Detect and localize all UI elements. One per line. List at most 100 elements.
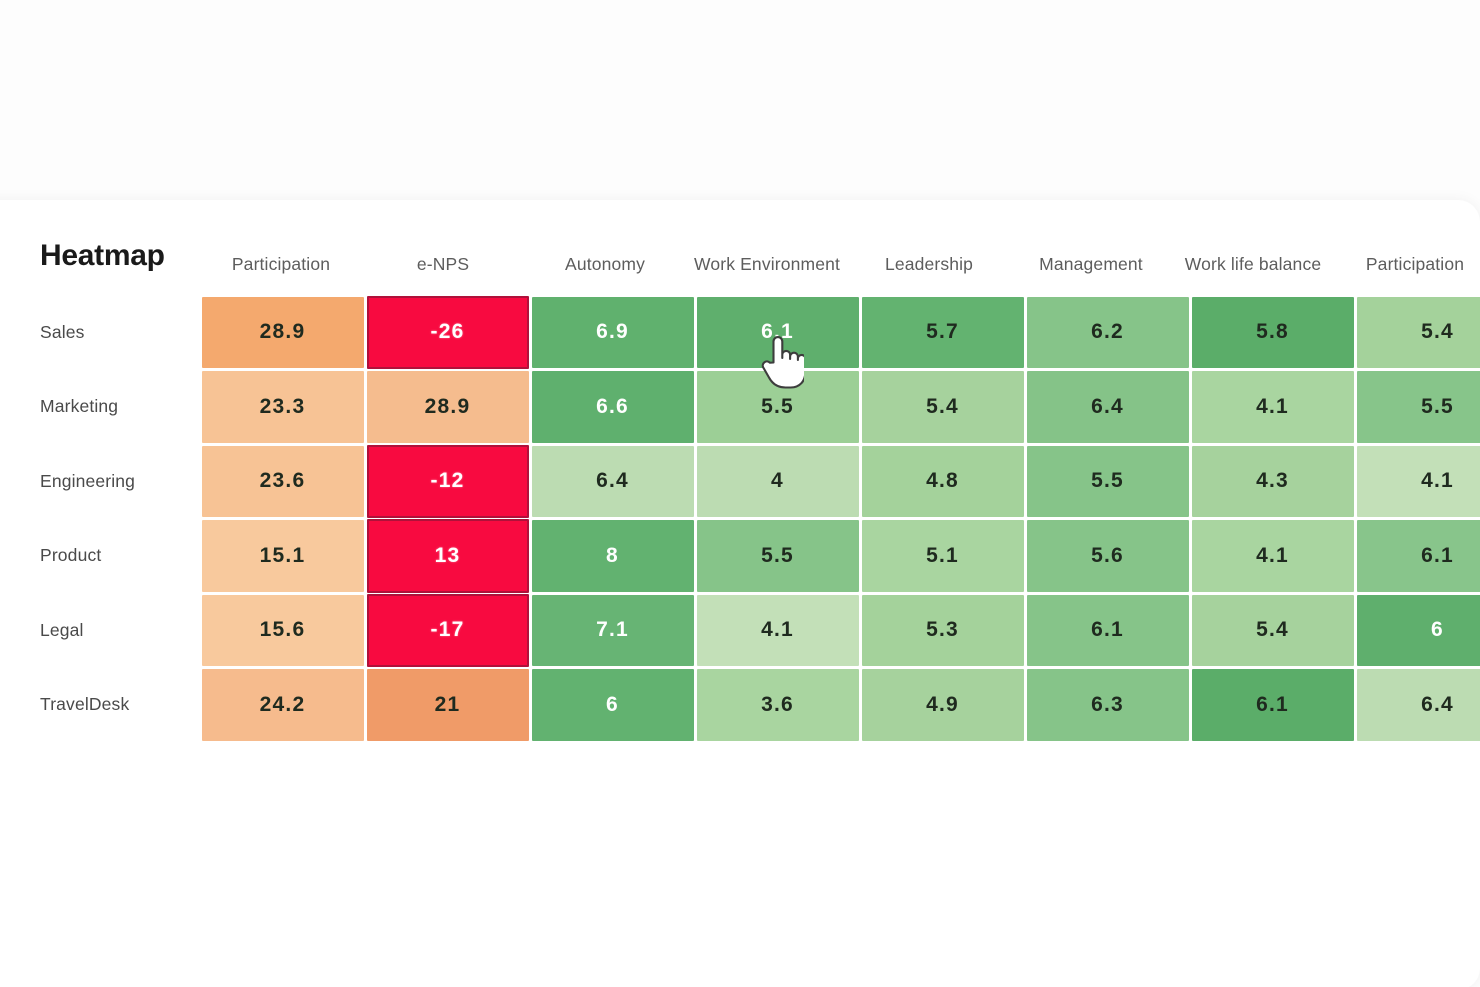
heatmap-cell[interactable]: 5.6 bbox=[1026, 520, 1189, 592]
column-header-label: Participation bbox=[231, 253, 331, 274]
column-header-label: Participation bbox=[1365, 253, 1465, 274]
heatmap-cell[interactable]: 6.3 bbox=[1026, 669, 1189, 741]
heatmap-cell[interactable]: 6.1 bbox=[1356, 520, 1480, 592]
heatmap-cell[interactable]: -17 bbox=[366, 593, 529, 667]
heatmap-cell[interactable]: 5.7 bbox=[861, 296, 1024, 368]
screen: Heatmap Participation e-NPS Autonomy Work E… bbox=[0, 0, 1480, 987]
row-header[interactable]: Legal bbox=[0, 593, 200, 668]
heatmap-row: Engineering 23.6 -12 6.4 4 4.8 5.5 4.3 4.1 bbox=[0, 444, 1480, 519]
column-header-label: Management bbox=[1039, 253, 1143, 274]
heatmap-cell[interactable]: 5.5 bbox=[1026, 445, 1189, 517]
heatmap-row: Legal 15.6 -17 7.1 4.1 5.3 6.1 5.4 6 bbox=[0, 593, 1480, 668]
column-header[interactable]: Participation bbox=[200, 253, 362, 295]
heatmap-cell[interactable]: 13 bbox=[366, 519, 529, 593]
row-header[interactable]: Marketing bbox=[0, 370, 200, 445]
heatmap-cell[interactable]: 8 bbox=[531, 520, 694, 592]
heatmap-cell[interactable]: 15.6 bbox=[201, 594, 364, 666]
row-header-label: TravelDesk bbox=[40, 694, 130, 715]
row-header-label: Engineering bbox=[40, 470, 136, 491]
heatmap-row: Product 15.1 13 8 5.5 5.1 5.6 4.1 6.1 bbox=[0, 519, 1480, 594]
heatmap-cell[interactable]: 6.1 bbox=[696, 296, 859, 368]
heatmap-cell[interactable]: 28.9 bbox=[366, 371, 529, 443]
heatmap-cell-value: 4 bbox=[771, 469, 784, 493]
column-header-label: Autonomy bbox=[565, 253, 645, 274]
heatmap-cell[interactable]: 23.6 bbox=[201, 445, 364, 517]
heatmap-cell-value: -17 bbox=[430, 618, 465, 642]
heatmap-cell[interactable]: 6 bbox=[531, 669, 694, 741]
heatmap-cell[interactable]: 6.2 bbox=[1026, 296, 1189, 368]
heatmap-cell[interactable]: 15.1 bbox=[201, 520, 364, 592]
page-title: Heatmap bbox=[40, 239, 165, 272]
heatmap-cell[interactable]: 6.4 bbox=[531, 445, 694, 517]
heatmap-cell[interactable]: 4.1 bbox=[696, 594, 859, 666]
heatmap-cell[interactable]: 4.3 bbox=[1191, 445, 1354, 517]
heatmap-cell-value: 6.4 bbox=[596, 469, 629, 493]
row-header-label: Sales bbox=[40, 321, 85, 342]
column-header[interactable]: Work Environment bbox=[686, 253, 848, 295]
row-header[interactable]: Engineering bbox=[0, 444, 200, 519]
heatmap-cell[interactable]: -26 bbox=[366, 295, 529, 369]
heatmap-cell[interactable]: 6.1 bbox=[1026, 594, 1189, 666]
heatmap-cell[interactable]: -12 bbox=[366, 444, 529, 518]
heatmap-cell-value: -12 bbox=[430, 469, 465, 493]
heatmap-cell-value: 5.5 bbox=[1421, 394, 1454, 418]
heatmap-cell[interactable]: 24.2 bbox=[201, 669, 364, 741]
heatmap-cell[interactable]: 7.1 bbox=[531, 594, 694, 666]
heatmap-cell-value: 5.3 bbox=[926, 618, 959, 642]
heatmap-cell[interactable]: 5.5 bbox=[1356, 371, 1480, 443]
heatmap-cell[interactable]: 4.1 bbox=[1191, 371, 1354, 443]
heatmap-row: TravelDesk 24.2 21 6 3.6 4.9 6.3 6.1 6.4 bbox=[0, 668, 1480, 743]
column-header[interactable]: Work life balance bbox=[1172, 253, 1334, 295]
heatmap-cell[interactable]: 28.9 bbox=[201, 296, 364, 368]
heatmap-cell-value: 7.1 bbox=[596, 618, 629, 642]
column-header[interactable]: Management bbox=[1010, 253, 1172, 295]
heatmap-cell[interactable]: 4.1 bbox=[1356, 445, 1480, 517]
heatmap-cell-value: 6.1 bbox=[761, 320, 794, 344]
column-header-label: Work Environment bbox=[693, 253, 840, 274]
heatmap-cell[interactable]: 4.1 bbox=[1191, 520, 1354, 592]
heatmap-cell-value: 21 bbox=[434, 692, 461, 716]
heatmap-cell-value: 4.1 bbox=[1256, 394, 1289, 418]
heatmap-cell[interactable]: 3.6 bbox=[696, 669, 859, 741]
heatmap-cell[interactable]: 21 bbox=[366, 669, 529, 741]
heatmap-cell[interactable]: 5.4 bbox=[1356, 296, 1480, 368]
heatmap-cell[interactable]: 4.9 bbox=[861, 669, 1024, 741]
heatmap-cell[interactable]: 5.8 bbox=[1191, 296, 1354, 368]
heatmap-cell-value: 28.9 bbox=[424, 394, 471, 418]
heatmap-cell[interactable]: 23.3 bbox=[201, 371, 364, 443]
column-header[interactable]: e-NPS bbox=[362, 253, 524, 295]
column-header[interactable]: Participation bbox=[1334, 253, 1480, 295]
heatmap-cell-value: 5.6 bbox=[1091, 543, 1124, 567]
column-header[interactable]: Leadership bbox=[848, 253, 1010, 295]
heatmap-cell[interactable]: 6.1 bbox=[1191, 669, 1354, 741]
heatmap-cell[interactable]: 5.1 bbox=[861, 520, 1024, 592]
heatmap-cell-value: 5.1 bbox=[926, 543, 959, 567]
row-header[interactable]: Sales bbox=[0, 295, 200, 370]
heatmap-cell[interactable]: 5.4 bbox=[861, 371, 1024, 443]
column-header-label: Leadership bbox=[884, 253, 974, 274]
heatmap-cell[interactable]: 4.8 bbox=[861, 445, 1024, 517]
heatmap-cell-value: 13 bbox=[434, 543, 461, 567]
heatmap-cell[interactable]: 5.4 bbox=[1191, 594, 1354, 666]
heatmap-cell-value: 6.1 bbox=[1091, 618, 1124, 642]
heatmap-cell[interactable]: 6 bbox=[1356, 594, 1480, 666]
heatmap-cell[interactable]: 6.6 bbox=[531, 371, 694, 443]
heatmap-cell-value: 4.8 bbox=[926, 469, 959, 493]
heatmap-cell[interactable]: 6.4 bbox=[1356, 669, 1480, 741]
heatmap-cell-value: 6.2 bbox=[1091, 320, 1124, 344]
heatmap-cell[interactable]: 5.5 bbox=[696, 371, 859, 443]
heatmap-cell-value: 23.6 bbox=[259, 469, 306, 493]
heatmap-cell[interactable]: 5.5 bbox=[696, 520, 859, 592]
heatmap-cell[interactable]: 6.9 bbox=[531, 296, 694, 368]
heatmap-cell-value: 6.4 bbox=[1421, 692, 1454, 716]
heatmap-cell-value: 23.3 bbox=[259, 394, 306, 418]
row-header[interactable]: Product bbox=[0, 519, 200, 594]
heatmap-header-row: Heatmap Participation e-NPS Autonomy Work E… bbox=[0, 200, 1480, 295]
row-header[interactable]: TravelDesk bbox=[0, 668, 200, 743]
column-header[interactable]: Autonomy bbox=[524, 253, 686, 295]
heatmap-cell[interactable]: 4 bbox=[696, 445, 859, 517]
heatmap-row: Sales 28.9 -26 6.9 6.1 5.7 6.2 5.8 5.4 bbox=[0, 295, 1480, 370]
heatmap-cell[interactable]: 6.4 bbox=[1026, 371, 1189, 443]
heatmap-cell[interactable]: 5.3 bbox=[861, 594, 1024, 666]
heatmap-cell-value: 5.4 bbox=[926, 394, 959, 418]
